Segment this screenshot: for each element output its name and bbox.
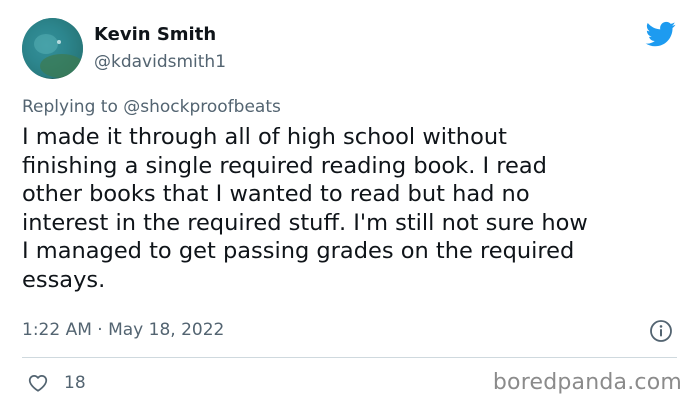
tweet-timestamp[interactable]: 1:22 AM · May 18, 2022 bbox=[22, 320, 224, 340]
author-handle[interactable]: @kdavidsmith1 bbox=[94, 52, 226, 72]
tweet-text: I made it through all of high school wit… bbox=[22, 124, 588, 293]
replying-to-line: Replying to @shockproofbeats bbox=[22, 97, 281, 117]
like-count[interactable]: 18 bbox=[64, 373, 86, 393]
twitter-bird-icon[interactable] bbox=[644, 19, 678, 49]
avatar-image bbox=[22, 18, 83, 78]
avatar[interactable] bbox=[22, 18, 83, 79]
info-icon[interactable] bbox=[649, 319, 673, 343]
heart-icon[interactable] bbox=[27, 372, 49, 394]
replying-to-mention[interactable]: @shockproofbeats bbox=[123, 97, 281, 117]
divider bbox=[22, 357, 677, 358]
watermark: boredpanda.com bbox=[492, 370, 682, 395]
author-name[interactable]: Kevin Smith bbox=[94, 24, 216, 45]
replying-to-prefix: Replying to bbox=[22, 97, 124, 117]
